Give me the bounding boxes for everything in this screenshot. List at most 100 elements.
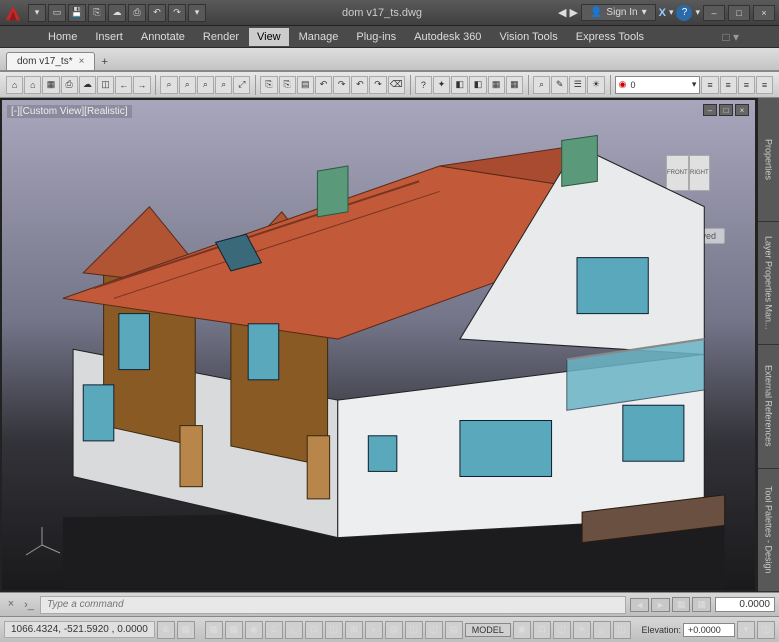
tb-help-4[interactable]: ◧ xyxy=(469,76,486,94)
qat-more-icon[interactable]: ▾ xyxy=(188,4,206,22)
layout-prev-icon[interactable]: ◄ xyxy=(630,598,649,612)
sb-r2[interactable]: ⊡ xyxy=(533,621,551,639)
tb-zoom-2[interactable]: ⌕ xyxy=(179,76,196,94)
sb-osnap[interactable]: ∟ xyxy=(285,621,303,639)
elevation-value[interactable]: +0.0000 xyxy=(683,623,735,637)
minimize-button[interactable]: – xyxy=(703,5,725,21)
tb-btn-8[interactable]: → xyxy=(133,76,150,94)
sb-sc[interactable]: ▤ xyxy=(445,621,463,639)
help-icon[interactable]: ? xyxy=(676,5,692,21)
sb-dyn[interactable]: + xyxy=(365,621,383,639)
model-space-button[interactable]: MODEL xyxy=(465,623,511,637)
sb-left-1[interactable]: ⊕ xyxy=(157,621,175,639)
sb-r4[interactable]: ☀ xyxy=(573,621,591,639)
sb-left-2[interactable]: ▦ xyxy=(177,621,195,639)
tb-help-2[interactable]: ✦ xyxy=(433,76,450,94)
qat-saveas-icon[interactable]: ⎘ xyxy=(88,4,106,22)
menu-insert[interactable]: Insert xyxy=(87,28,131,46)
cmd-close-icon[interactable]: × xyxy=(4,598,18,612)
tb-btn-1[interactable]: ⌂ xyxy=(6,76,23,94)
sb-r6[interactable]: ◫ xyxy=(613,621,631,639)
tb-btn-2[interactable]: ⌂ xyxy=(24,76,41,94)
menu-plugins[interactable]: Plug-ins xyxy=(348,28,404,46)
maximize-button[interactable]: □ xyxy=(728,5,750,21)
sb-tpy[interactable]: ◫ xyxy=(405,621,423,639)
sb-r3[interactable]: ◫ xyxy=(553,621,571,639)
tb-layer-3[interactable]: ≡ xyxy=(738,76,755,94)
menu-manage[interactable]: Manage xyxy=(291,28,347,46)
sign-in-button[interactable]: 👤 Sign In ▾ xyxy=(581,4,656,21)
tb-zoom-1[interactable]: ⌕ xyxy=(160,76,177,94)
sb-polar[interactable]: ⊥ xyxy=(265,621,283,639)
tb-edit-5[interactable]: ↷ xyxy=(333,76,350,94)
sb-3dosnap[interactable]: ⊡ xyxy=(305,621,323,639)
menu-autodesk360[interactable]: Autodesk 360 xyxy=(406,28,489,46)
menu-render[interactable]: Render xyxy=(195,28,247,46)
qat-save-icon[interactable]: 💾 xyxy=(68,4,86,22)
layer-combo[interactable]: ◉ 0 ▾ xyxy=(615,76,701,94)
tb-edit-6[interactable]: ↶ xyxy=(351,76,368,94)
menu-view[interactable]: View xyxy=(249,28,289,46)
sb-ortho[interactable]: ◉ xyxy=(245,621,263,639)
sb-r5[interactable]: ⌂ xyxy=(593,621,611,639)
tb-edit-7[interactable]: ↷ xyxy=(369,76,386,94)
tb-pan[interactable]: ⤢ xyxy=(233,76,250,94)
panel-layer-properties[interactable]: Layer Properties Man... xyxy=(758,222,779,346)
tb-layer-2[interactable]: ≡ xyxy=(720,76,737,94)
qat-new-icon[interactable]: ▾ xyxy=(28,4,46,22)
tb-edit-2[interactable]: ⎘ xyxy=(279,76,296,94)
qat-plot-icon[interactable]: ⎙ xyxy=(128,4,146,22)
panel-properties[interactable]: Properties xyxy=(758,98,779,222)
layout-sheet-icon[interactable]: ▦ xyxy=(692,597,711,612)
qat-cloud-icon[interactable]: ☁ xyxy=(108,4,126,22)
search-nav-left-icon[interactable]: ◀ xyxy=(558,6,566,19)
tb-edit-8[interactable]: ⌫ xyxy=(388,76,405,94)
menu-output-icon[interactable]: □ ▾ xyxy=(722,30,739,44)
tb-help-1[interactable]: ? xyxy=(415,76,432,94)
viewport[interactable]: [-][Custom View][Realistic] – □ × FRONT … xyxy=(0,98,757,592)
tb-help-6[interactable]: ▦ xyxy=(506,76,523,94)
tb-view-4[interactable]: ☀ xyxy=(587,76,604,94)
sb-r1[interactable]: ▣ xyxy=(513,621,531,639)
tb-zoom-4[interactable]: ⌕ xyxy=(215,76,232,94)
tb-help-3[interactable]: ◧ xyxy=(451,76,468,94)
exchange-icon[interactable]: X xyxy=(659,7,666,19)
command-input[interactable] xyxy=(40,596,626,614)
sb-otrack[interactable]: ◫ xyxy=(325,621,343,639)
sb-grid[interactable]: ▦ xyxy=(225,621,243,639)
tb-view-1[interactable]: ⌕ xyxy=(533,76,550,94)
sb-ducs[interactable]: ⊞ xyxy=(345,621,363,639)
tb-zoom-3[interactable]: ⌕ xyxy=(197,76,214,94)
tb-btn-7[interactable]: ← xyxy=(115,76,132,94)
panel-tool-palettes[interactable]: Tool Palettes - Design xyxy=(758,469,779,593)
tb-view-3[interactable]: ☰ xyxy=(569,76,586,94)
tb-btn-5[interactable]: ☁ xyxy=(79,76,96,94)
panel-external-references[interactable]: External References xyxy=(758,345,779,469)
tb-btn-6[interactable]: ◫ xyxy=(97,76,114,94)
sb-lwt[interactable]: ▤ xyxy=(385,621,403,639)
tb-edit-1[interactable]: ⎘ xyxy=(260,76,277,94)
tb-layer-1[interactable]: ≡ xyxy=(701,76,718,94)
tb-btn-3[interactable]: ▦ xyxy=(42,76,59,94)
tb-layer-4[interactable]: ≡ xyxy=(756,76,773,94)
tb-help-5[interactable]: ▦ xyxy=(488,76,505,94)
file-tab-close-icon[interactable]: × xyxy=(79,56,85,67)
qat-open-icon[interactable]: ▭ xyxy=(48,4,66,22)
menu-express-tools[interactable]: Express Tools xyxy=(568,28,652,46)
sb-end-2[interactable]: ◫ xyxy=(757,621,775,639)
sb-qp[interactable]: ◫ xyxy=(425,621,443,639)
menu-home[interactable]: Home xyxy=(40,28,85,46)
qat-undo-icon[interactable]: ↶ xyxy=(148,4,166,22)
close-button[interactable]: × xyxy=(753,5,775,21)
tb-view-2[interactable]: ✎ xyxy=(551,76,568,94)
tb-edit-3[interactable]: ▤ xyxy=(297,76,314,94)
tb-btn-4[interactable]: ⎙ xyxy=(61,76,78,94)
file-tab[interactable]: dom v17_ts* × xyxy=(6,52,95,70)
menu-vision-tools[interactable]: Vision Tools xyxy=(491,28,565,46)
new-tab-button[interactable]: + xyxy=(95,54,113,70)
sb-end-1[interactable]: ▾ xyxy=(737,621,755,639)
help-chevron-icon[interactable]: ▾ xyxy=(695,7,700,18)
tb-edit-4[interactable]: ↶ xyxy=(315,76,332,94)
sb-snap[interactable]: ▦ xyxy=(205,621,223,639)
search-nav-right-icon[interactable]: ▶ xyxy=(570,6,578,19)
